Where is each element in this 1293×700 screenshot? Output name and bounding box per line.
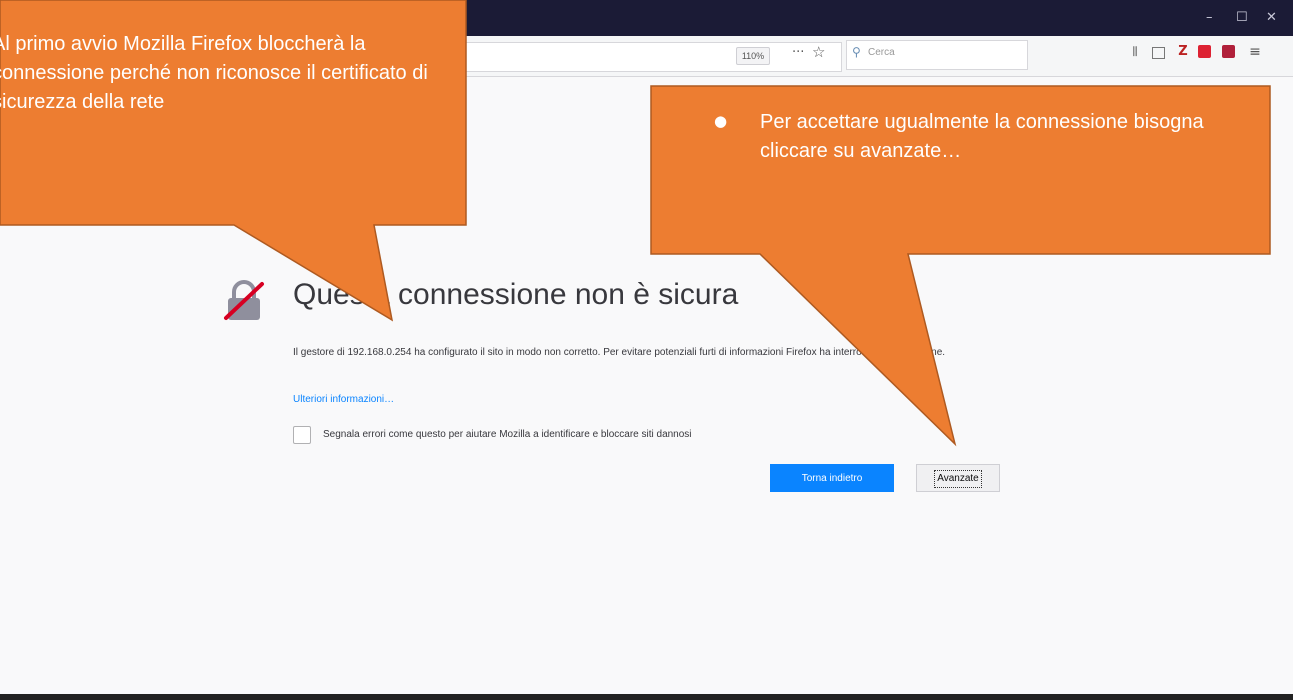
bullet-icon: ●: [714, 112, 728, 130]
callout-right-text: Per accettare ugualmente la connessione …: [760, 111, 1204, 162]
callout-left-text: Al primo avvio Mozilla Firefox bloccherà…: [0, 33, 428, 113]
